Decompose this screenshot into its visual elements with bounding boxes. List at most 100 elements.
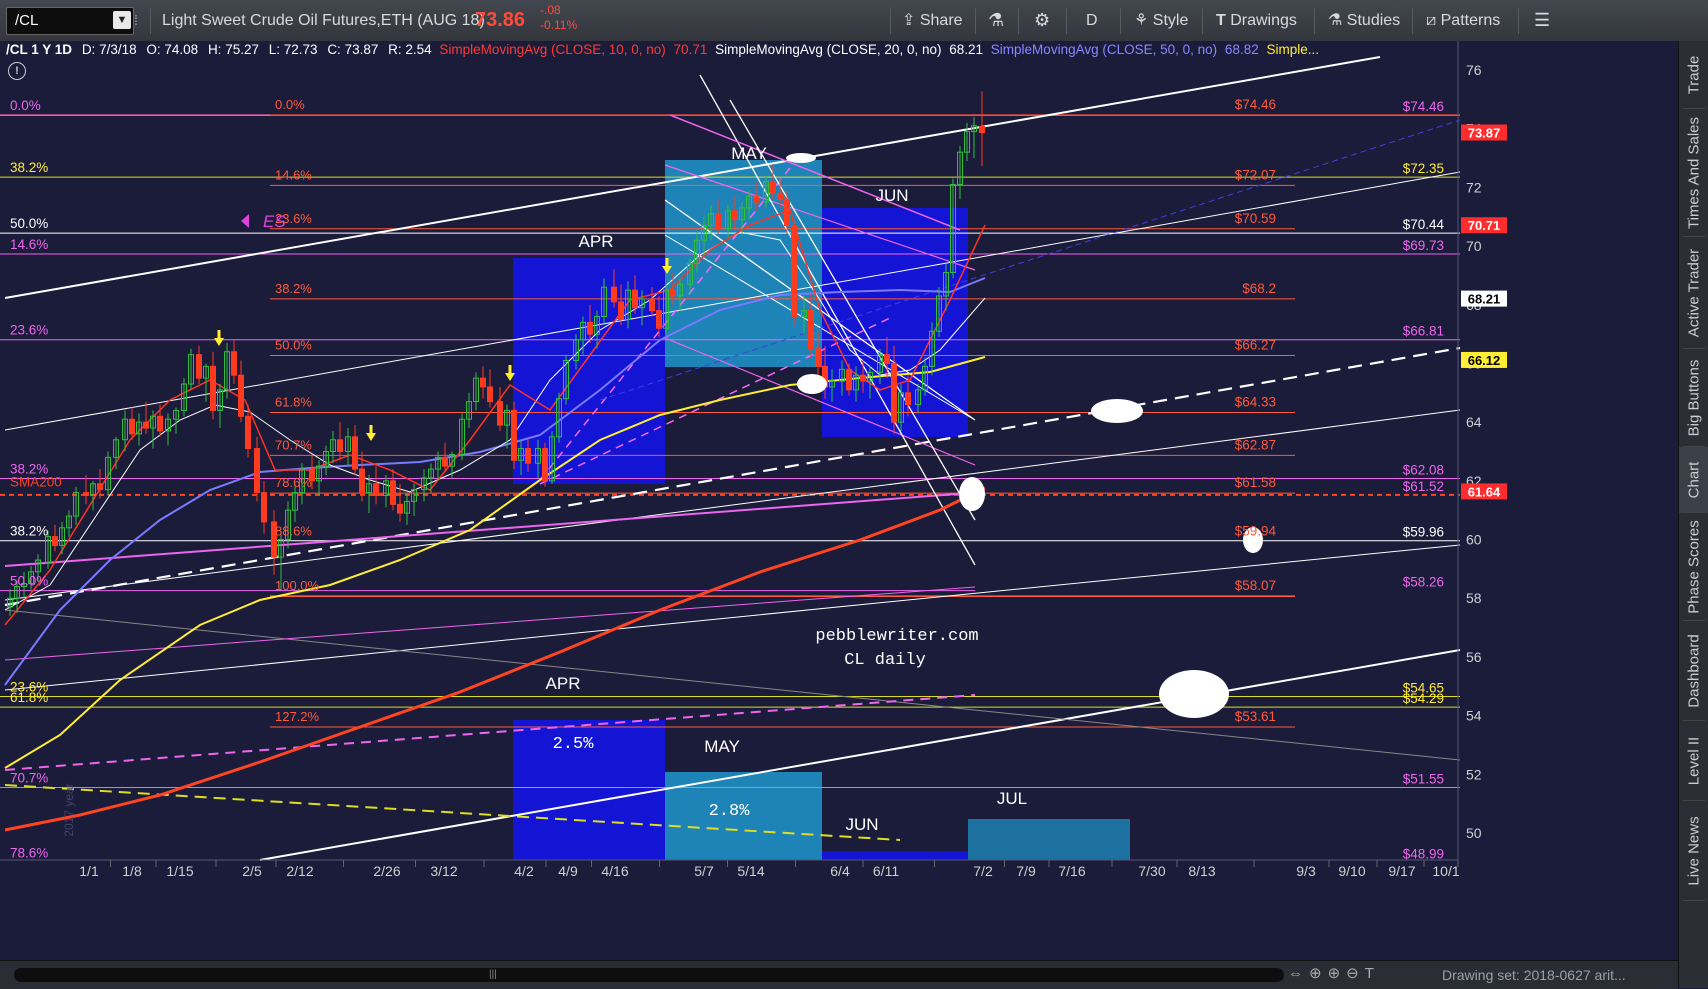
sidebar-tab-phase-scores[interactable]: Phase Scores xyxy=(1679,513,1708,621)
fib-left-label: 0.0% xyxy=(10,98,41,113)
candle-body xyxy=(511,409,517,461)
text-icon[interactable]: T xyxy=(1365,965,1380,982)
symbol-info: /CL 1 Y 1D xyxy=(6,42,73,57)
x-tick-label: 1/15 xyxy=(166,863,193,879)
sidebar-tab-times-and-sales[interactable]: Times And Sales xyxy=(1679,109,1708,237)
zoom-out-icon[interactable]: ⊖ xyxy=(1346,965,1365,982)
candle-body xyxy=(210,365,216,411)
horizontal-scrollbar[interactable]: ||| xyxy=(14,968,1284,982)
x-tick-label: 9/17 xyxy=(1388,863,1415,879)
candle-body xyxy=(238,374,244,417)
sidebar-tab-label: Chart xyxy=(1685,461,1703,499)
link-icon[interactable]: ⁞ xyxy=(134,0,138,41)
header-close: C: 73.87 xyxy=(327,42,379,57)
y-tick-label: 52 xyxy=(1466,766,1482,782)
candle-body xyxy=(143,421,149,429)
candle-body xyxy=(52,536,58,546)
y-tick-label: 76 xyxy=(1466,62,1482,78)
studies-button[interactable]: ⚗ Studies xyxy=(1328,0,1400,41)
x-tick-label: 9/10 xyxy=(1338,863,1365,879)
target-ellipse-4 xyxy=(1159,670,1229,718)
sidebar-tab-chart[interactable]: Chart xyxy=(1679,447,1708,513)
sidebar-tab-trade[interactable]: Trade xyxy=(1679,41,1708,109)
price-tag-label: 66.12 xyxy=(1468,353,1501,368)
chevron-down-icon[interactable]: ▼ xyxy=(113,11,131,29)
symbol-text: /CL xyxy=(15,12,39,29)
price-chart[interactable]: 0.0% 38.2% 50.0% 14.6% 23.6% 38.2% SMA200 38.2%… xyxy=(0,41,1678,960)
header-range: R: 2.54 xyxy=(388,42,432,57)
candle-body xyxy=(487,386,493,403)
fib-left-label: SMA200 xyxy=(10,474,62,489)
apr-pct-label: 2.5% xyxy=(553,735,595,754)
zoom-in-icon[interactable]: ⊕ xyxy=(1328,965,1347,982)
jun-pct-box xyxy=(822,851,968,860)
jun-bottom-label: JUN xyxy=(845,815,878,834)
target-ellipse-5 xyxy=(797,374,827,394)
candle-body xyxy=(97,483,103,491)
candle-body xyxy=(373,483,379,497)
candle-body xyxy=(359,468,365,494)
scroll-grip-icon[interactable]: ||| xyxy=(489,969,497,980)
fib-center-label: 70.7% xyxy=(275,437,312,452)
crosshair-icon[interactable]: ⊕ xyxy=(1309,965,1328,982)
mid-level-label: $68.2 xyxy=(1242,281,1276,296)
candle-body xyxy=(337,439,343,452)
right-sidebar: Trade Times And Sales Active Trader Big But… xyxy=(1678,41,1708,988)
x-tick-label: 4/16 xyxy=(601,863,628,879)
x-tick-label: 7/30 xyxy=(1138,863,1165,879)
candle-body xyxy=(397,503,403,514)
fib-left-label: 23.6% xyxy=(10,323,48,338)
x-tick-label: 8/13 xyxy=(1188,863,1215,879)
sidebar-tab-label: Level II xyxy=(1685,736,1703,786)
right-level-label: $69.73 xyxy=(1403,238,1444,253)
right-level-label: $72.35 xyxy=(1403,161,1444,176)
sidebar-tab-level-ii[interactable]: Level II xyxy=(1679,721,1708,801)
price-tag-label: 70.71 xyxy=(1468,218,1501,233)
apr-bottom-label: APR xyxy=(546,674,581,693)
mid-level-label: $72.07 xyxy=(1235,167,1276,182)
gear-icon[interactable]: ⚙ xyxy=(1034,0,1050,41)
jun-top-label: JUN xyxy=(875,186,908,205)
sma50-value: 68.82 xyxy=(1224,42,1259,57)
fib-center-label: 0.0% xyxy=(275,97,305,112)
fib-center-label: 88.6% xyxy=(275,523,312,538)
fib-left-label: 70.7% xyxy=(10,771,48,786)
patterns-button[interactable]: ⧄ Patterns xyxy=(1426,0,1500,41)
mid-level-label: $62.87 xyxy=(1235,437,1276,452)
candle-body xyxy=(777,192,783,200)
flask-icon[interactable]: ⚗ xyxy=(988,0,1004,41)
share-button[interactable]: ⇪ Share xyxy=(902,0,963,41)
x-tick-label: 10/1 xyxy=(1432,863,1459,879)
drawings-button[interactable]: T Drawings xyxy=(1216,0,1297,41)
candle-body xyxy=(480,377,486,388)
symbol-input[interactable]: /CL ▼ xyxy=(6,7,134,35)
sidebar-tab-big-buttons[interactable]: Big Buttons xyxy=(1679,349,1708,447)
fib-left-label: 78.6% xyxy=(10,846,48,861)
x-tick-label: 5/14 xyxy=(737,863,764,879)
style-button[interactable]: ⚘ Style xyxy=(1134,0,1188,41)
x-tick-label: 4/2 xyxy=(514,863,534,879)
chart-header: /CL 1 Y 1D D: 7/3/18 O: 74.08 H: 75.27 L… xyxy=(6,41,1319,59)
sidebar-tab-label: Live News xyxy=(1685,816,1703,886)
sidebar-tab-label: Active Trader xyxy=(1685,248,1703,338)
candle-body xyxy=(157,415,163,432)
candle-body xyxy=(715,213,721,229)
sidebar-tab-live-news[interactable]: Live News xyxy=(1679,801,1708,901)
mid-level-label: $70.59 xyxy=(1235,211,1276,226)
candle-body xyxy=(770,181,776,194)
expand-icon[interactable]: ⇔ xyxy=(1288,965,1309,982)
sidebar-tab-dashboard[interactable]: Dashboard xyxy=(1679,621,1708,721)
candle-body xyxy=(261,492,267,523)
candle-body xyxy=(611,286,617,303)
bottom-bar: ||| ⇔⊕⊕⊖T Drawing set: 2018-0627 arit... xyxy=(0,960,1678,989)
target-ellipse-6 xyxy=(786,153,816,163)
drawing-set-label[interactable]: Drawing set: 2018-0627 arit... xyxy=(1442,961,1626,989)
chart-area[interactable]: 0.0% 38.2% 50.0% 14.6% 23.6% 38.2% SMA200 38.2%… xyxy=(0,41,1678,960)
interval-button[interactable]: D xyxy=(1086,0,1098,41)
menu-icon[interactable]: ☰ xyxy=(1534,0,1550,41)
more-studies[interactable]: Simple... xyxy=(1266,42,1319,57)
sidebar-tab-active-trader[interactable]: Active Trader xyxy=(1679,237,1708,349)
sma10-value: 70.71 xyxy=(673,42,708,57)
candle-body xyxy=(542,448,548,482)
info-icon[interactable]: ! xyxy=(8,62,26,80)
